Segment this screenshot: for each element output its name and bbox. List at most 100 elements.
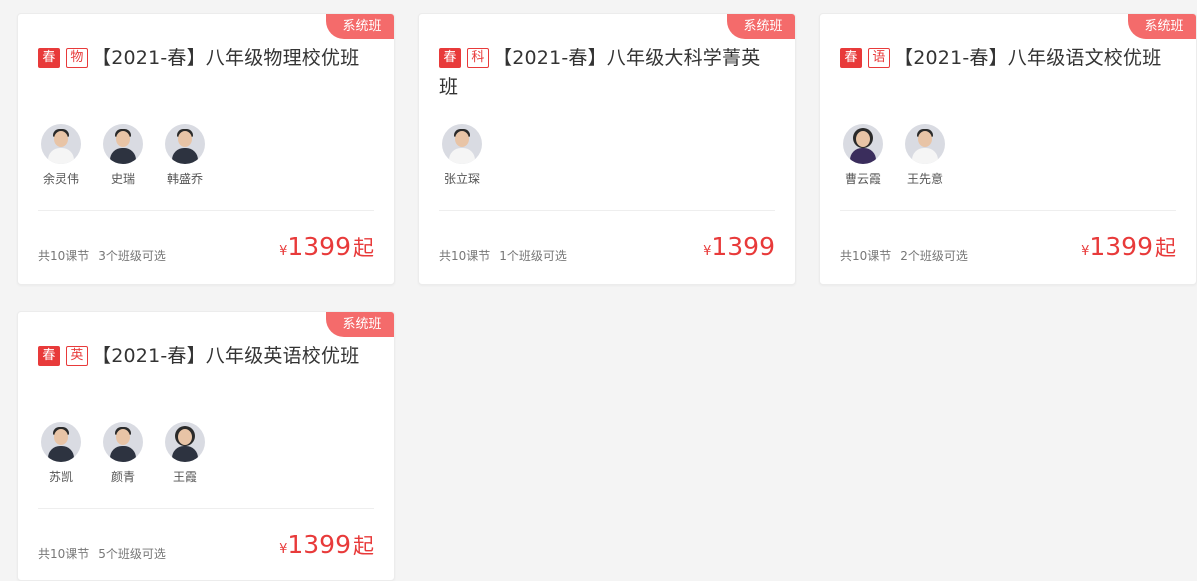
course-title-row: 春科【2021-春】八年级大科学菁英班 — [439, 44, 777, 102]
class-options: 5个班级可选 — [98, 547, 166, 561]
class-options: 3个班级可选 — [98, 249, 166, 263]
course-meta: 共10课节 5个班级可选 — [38, 545, 166, 562]
card-divider — [439, 210, 775, 211]
lesson-count: 共10课节 — [38, 547, 90, 561]
season-tag: 春 — [38, 48, 60, 68]
lesson-count: 共10课节 — [439, 249, 491, 263]
course-meta: 共10课节 1个班级可选 — [439, 247, 567, 264]
teacher-name: 王先意 — [906, 172, 943, 186]
course-type-ribbon: 系统班 — [727, 14, 795, 39]
teacher-item[interactable]: 颜青 — [92, 422, 154, 485]
card-divider — [38, 210, 374, 211]
course-title[interactable]: 春英【2021-春】八年级英语校优班 — [38, 342, 376, 371]
course-card-english[interactable]: 系统班春英【2021-春】八年级英语校优班苏凯 颜青 王霞共10课节 5个班级可选 ¥1… — [17, 311, 395, 581]
course-meta: 共10课节 2个班级可选 — [840, 247, 968, 264]
avatar-body — [449, 148, 475, 164]
avatar-body — [48, 446, 74, 462]
teacher-avatar — [41, 124, 81, 164]
teacher-item[interactable]: 史瑞 — [92, 124, 154, 187]
avatar-body — [110, 148, 136, 164]
avatar-head — [455, 131, 469, 147]
avatar-head — [54, 429, 68, 445]
season-tag: 春 — [38, 346, 60, 366]
avatar-body — [912, 148, 938, 164]
avatar-head — [856, 131, 870, 147]
teacher-name: 韩盛乔 — [166, 172, 203, 186]
lesson-count: 共10课节 — [38, 249, 90, 263]
teacher-avatar — [905, 124, 945, 164]
teacher-name: 颜青 — [110, 470, 135, 484]
teacher-list: 曹云霞 王先意 — [832, 124, 956, 187]
teacher-avatar — [41, 422, 81, 462]
season-tag: 春 — [840, 48, 862, 68]
course-type-ribbon: 系统班 — [326, 14, 394, 39]
teacher-name: 王霞 — [172, 470, 197, 484]
subject-tag: 物 — [66, 48, 88, 68]
course-type-ribbon: 系统班 — [326, 312, 394, 337]
course-price: ¥1399 — [703, 232, 775, 261]
price-suffix: 起 — [353, 236, 374, 260]
course-price: ¥1399起 — [279, 530, 374, 560]
price-suffix: 起 — [1155, 236, 1176, 260]
price-suffix: 起 — [353, 534, 374, 558]
teacher-item[interactable]: 苏凯 — [30, 422, 92, 485]
season-tag: 春 — [439, 48, 461, 68]
avatar-head — [178, 131, 192, 147]
card-divider — [840, 210, 1176, 211]
price-value: 1399 — [1089, 232, 1153, 261]
course-price: ¥1399起 — [1081, 232, 1176, 262]
teacher-item[interactable]: 张立琛 — [431, 124, 493, 187]
course-title-text: 【2021-春】八年级物理校优班 — [92, 47, 360, 69]
avatar-head — [918, 131, 932, 147]
course-price: ¥1399起 — [279, 232, 374, 262]
lesson-count: 共10课节 — [840, 249, 892, 263]
teacher-list: 苏凯 颜青 王霞 — [30, 422, 216, 485]
course-title-text: 【2021-春】八年级语文校优班 — [894, 47, 1162, 69]
teacher-avatar — [165, 422, 205, 462]
avatar-body — [48, 148, 74, 164]
avatar-body — [850, 148, 876, 164]
course-title[interactable]: 春语【2021-春】八年级语文校优班 — [840, 44, 1178, 73]
class-options: 2个班级可选 — [900, 249, 968, 263]
avatar-body — [172, 446, 198, 462]
teacher-item[interactable]: 王霞 — [154, 422, 216, 485]
teacher-name: 曹云霞 — [844, 172, 881, 186]
teacher-item[interactable]: 王先意 — [894, 124, 956, 187]
course-title-text: 【2021-春】八年级英语校优班 — [92, 345, 360, 367]
course-type-ribbon: 系统班 — [1128, 14, 1196, 39]
teacher-name: 余灵伟 — [42, 172, 79, 186]
teacher-avatar — [103, 422, 143, 462]
course-title[interactable]: 春物【2021-春】八年级物理校优班 — [38, 44, 376, 73]
price-value: 1399 — [287, 232, 351, 261]
teacher-name: 张立琛 — [443, 172, 480, 186]
teacher-list: 张立琛 — [431, 124, 493, 187]
teacher-avatar — [103, 124, 143, 164]
course-title[interactable]: 春科【2021-春】八年级大科学菁英班 — [439, 44, 777, 102]
teacher-item[interactable]: 曹云霞 — [832, 124, 894, 187]
course-title-row: 春语【2021-春】八年级语文校优班 — [840, 44, 1178, 73]
subject-tag: 语 — [868, 48, 890, 68]
subject-tag: 科 — [467, 48, 489, 68]
price-value: 1399 — [287, 530, 351, 559]
course-title-row: 春物【2021-春】八年级物理校优班 — [38, 44, 376, 73]
course-title-row: 春英【2021-春】八年级英语校优班 — [38, 342, 376, 371]
teacher-name: 苏凯 — [48, 470, 73, 484]
course-card-science[interactable]: 系统班春科【2021-春】八年级大科学菁英班张立琛共10课节 1个班级可选 ¥139… — [418, 13, 796, 285]
subject-tag: 英 — [66, 346, 88, 366]
teacher-name: 史瑞 — [110, 172, 135, 186]
teacher-list: 余灵伟 史瑞 韩盛乔 — [30, 124, 216, 187]
teacher-avatar — [165, 124, 205, 164]
teacher-item[interactable]: 余灵伟 — [30, 124, 92, 187]
course-card-physics[interactable]: 系统班春物【2021-春】八年级物理校优班余灵伟 史瑞 韩盛乔共10课节 3个班级可选… — [17, 13, 395, 285]
teacher-avatar — [442, 124, 482, 164]
class-options: 1个班级可选 — [499, 249, 567, 263]
avatar-body — [110, 446, 136, 462]
teacher-item[interactable]: 韩盛乔 — [154, 124, 216, 187]
price-value: 1399 — [711, 232, 775, 261]
card-divider — [38, 508, 374, 509]
avatar-body — [172, 148, 198, 164]
avatar-head — [116, 429, 130, 445]
avatar-head — [116, 131, 130, 147]
avatar-head — [178, 429, 192, 445]
course-card-chinese[interactable]: 系统班春语【2021-春】八年级语文校优班曹云霞 王先意共10课节 2个班级可选 ¥1… — [819, 13, 1197, 285]
